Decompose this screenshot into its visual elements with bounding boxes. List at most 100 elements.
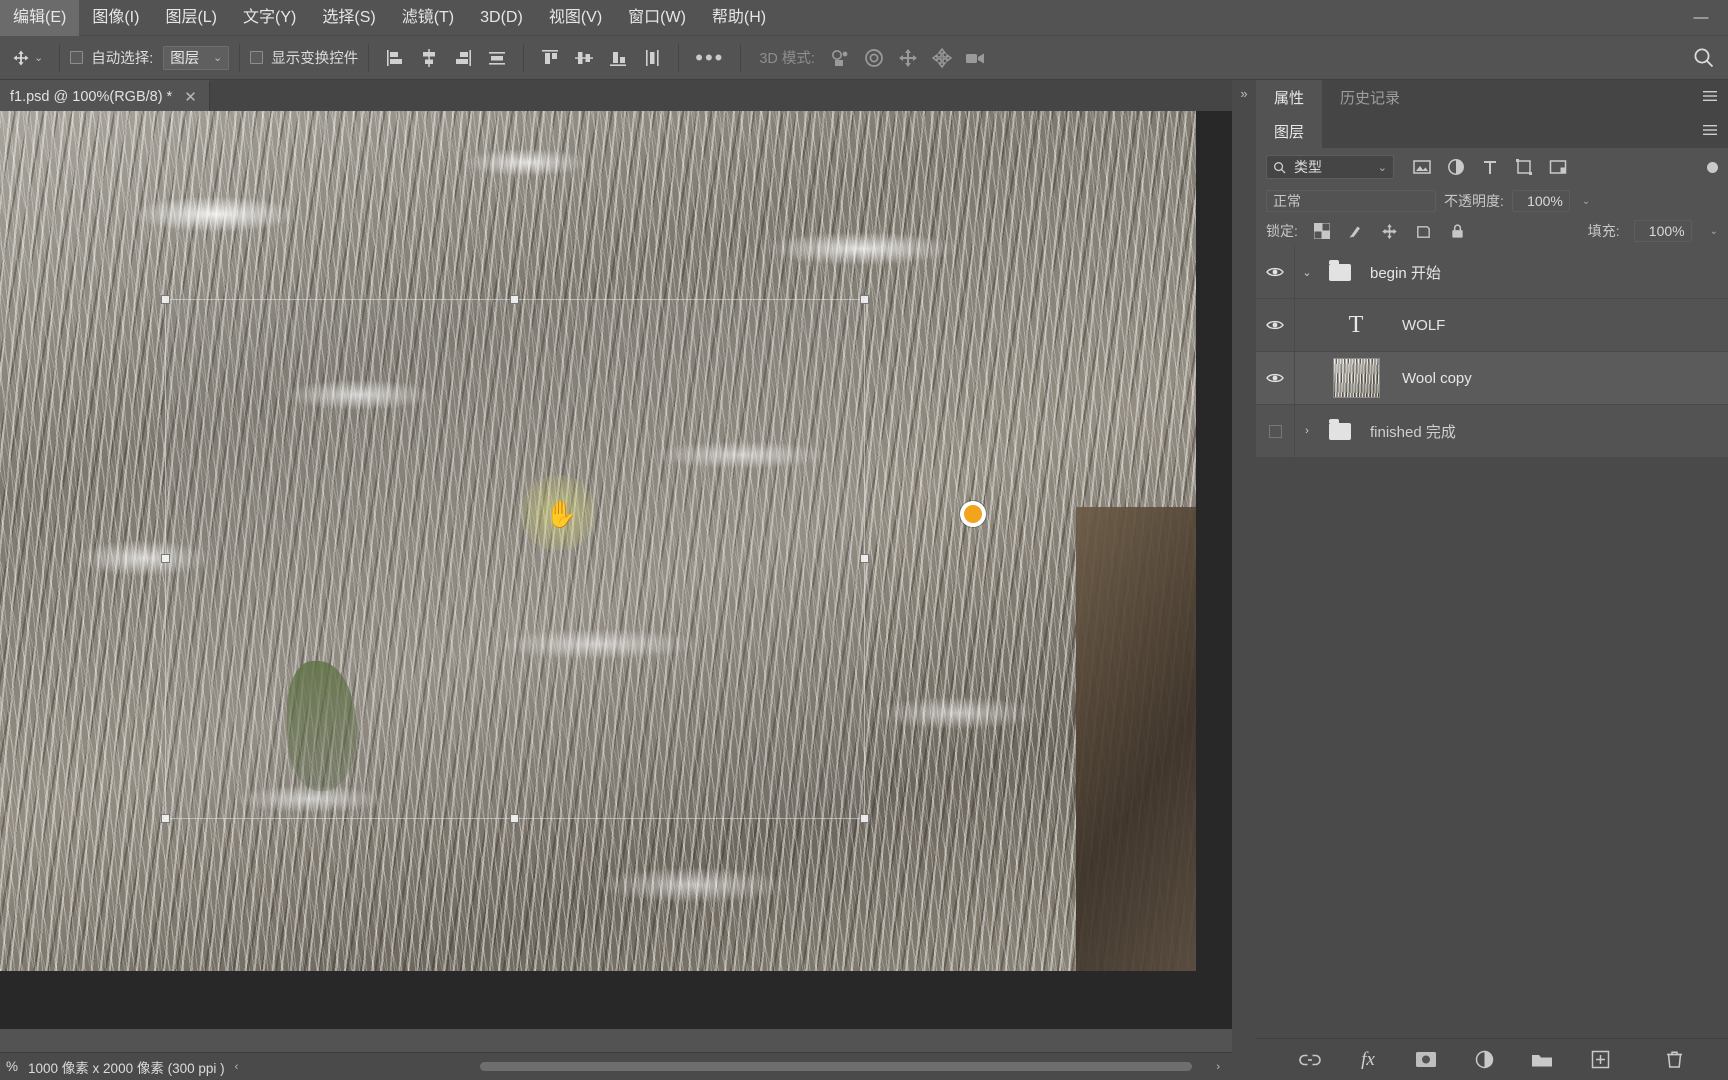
filter-power-toggle[interactable] bbox=[1707, 161, 1718, 173]
lock-artboard-nesting-icon[interactable] bbox=[1414, 221, 1434, 241]
menu-item-help[interactable]: 帮助(H) bbox=[699, 0, 779, 36]
canvas-horizontal-scrollbar[interactable] bbox=[480, 1062, 1192, 1071]
align-right-edges-icon[interactable] bbox=[447, 43, 479, 73]
add-layer-mask-icon[interactable] bbox=[1414, 1048, 1438, 1072]
menu-item-edit[interactable]: 编辑(E) bbox=[0, 0, 80, 36]
close-icon[interactable]: ✕ bbox=[184, 88, 197, 106]
blend-mode-dropdown[interactable]: 正常 bbox=[1266, 190, 1436, 212]
fill-input[interactable]: 100% bbox=[1633, 220, 1692, 242]
align-horizontal-group bbox=[379, 43, 513, 73]
dock-collapse-button[interactable]: » bbox=[1232, 80, 1256, 1080]
align-horizontal-centers-icon[interactable] bbox=[413, 43, 445, 73]
table-row[interactable]: › finished 完成 bbox=[1256, 405, 1728, 458]
transform-handle-middle-right[interactable] bbox=[860, 554, 869, 563]
layer-visibility-toggle[interactable] bbox=[1256, 424, 1294, 438]
menu-item-layer[interactable]: 图层(L) bbox=[152, 0, 230, 36]
menu-item-filter[interactable]: 滤镜(T) bbox=[389, 0, 467, 36]
menu-item-3d[interactable]: 3D(D) bbox=[467, 0, 536, 36]
new-adjustment-layer-icon[interactable] bbox=[1472, 1048, 1496, 1072]
layer-name[interactable]: begin 开始 bbox=[1360, 262, 1441, 283]
transform-handle-top-right[interactable] bbox=[860, 295, 869, 304]
panel-menu-icon[interactable] bbox=[1702, 90, 1718, 102]
orbit-3d-icon[interactable] bbox=[823, 43, 857, 73]
layer-style-fx-icon[interactable]: fx bbox=[1356, 1048, 1380, 1072]
align-top-edges-icon[interactable] bbox=[534, 43, 566, 73]
transform-bounding-box[interactable] bbox=[161, 295, 869, 823]
filter-pixel-icon[interactable] bbox=[1412, 157, 1432, 177]
table-row[interactable]: T WOLF bbox=[1256, 299, 1728, 352]
scroll-right-arrow-icon[interactable]: › bbox=[1216, 1061, 1220, 1073]
layers-horizontal-scrollbar[interactable] bbox=[1256, 1026, 1728, 1038]
transform-handle-bottom-right[interactable] bbox=[860, 814, 869, 823]
align-vertical-centers-icon[interactable] bbox=[568, 43, 600, 73]
window-minimize-button[interactable]: — bbox=[1684, 3, 1718, 33]
transform-handle-bottom-center[interactable] bbox=[510, 814, 519, 823]
lock-image-pixels-icon[interactable] bbox=[1346, 221, 1366, 241]
layer-visibility-toggle[interactable] bbox=[1256, 372, 1294, 384]
layers-panel-menu-icon[interactable] bbox=[1702, 124, 1718, 136]
document-tab-title: f1.psd @ 100%(RGB/8) * bbox=[10, 88, 173, 105]
transform-handle-top-left[interactable] bbox=[161, 295, 170, 304]
layer-name[interactable]: finished 完成 bbox=[1360, 421, 1456, 442]
group-disclosure-chevron-down-icon[interactable]: ⌄ bbox=[1294, 266, 1320, 279]
mode-3d-label: 3D 模式: bbox=[759, 51, 815, 67]
layer-visibility-toggle[interactable] bbox=[1256, 319, 1294, 331]
align-bottom-edges-icon[interactable] bbox=[602, 43, 634, 73]
tab-properties[interactable]: 属性 bbox=[1256, 80, 1323, 114]
photoshop-window: 编辑(E) 图像(I) 图层(L) 文字(Y) 选择(S) 滤镜(T) 3D(D… bbox=[0, 0, 1728, 1080]
filter-smart-object-icon[interactable] bbox=[1548, 157, 1568, 177]
more-align-options-button[interactable]: ••• bbox=[689, 46, 730, 69]
slide-3d-icon[interactable] bbox=[925, 43, 959, 73]
roll-3d-icon[interactable] bbox=[857, 43, 891, 73]
lock-transparent-pixels-icon[interactable] bbox=[1312, 221, 1332, 241]
opacity-input[interactable]: 100% bbox=[1511, 190, 1570, 212]
delete-layer-icon[interactable] bbox=[1662, 1048, 1686, 1072]
active-tool-selector[interactable]: ⌄ bbox=[4, 47, 49, 69]
menu-item-type[interactable]: 文字(Y) bbox=[230, 0, 309, 36]
filter-shape-icon[interactable] bbox=[1514, 157, 1534, 177]
auto-select-checkbox[interactable] bbox=[70, 51, 84, 64]
layer-name[interactable]: Wool copy bbox=[1392, 370, 1472, 387]
lock-all-icon[interactable] bbox=[1448, 221, 1468, 241]
distribute-horizontal-icon[interactable] bbox=[481, 43, 513, 73]
table-row[interactable]: ⌄ begin 开始 bbox=[1256, 246, 1728, 299]
table-row[interactable]: Wool copy bbox=[1256, 352, 1728, 405]
menu-item-image[interactable]: 图像(I) bbox=[79, 0, 152, 36]
auto-select-checkbox-group[interactable]: 自动选择: bbox=[70, 47, 153, 68]
transform-handle-top-center[interactable] bbox=[510, 295, 519, 304]
fill-chevron-down-icon[interactable]: ⌄ bbox=[1706, 226, 1718, 237]
layer-name[interactable]: WOLF bbox=[1392, 317, 1445, 334]
distribute-vertical-icon[interactable] bbox=[636, 43, 668, 73]
link-layers-icon[interactable] bbox=[1298, 1048, 1322, 1072]
tab-history[interactable]: 历史记录 bbox=[1322, 80, 1418, 114]
document-tab[interactable]: f1.psd @ 100%(RGB/8) * ✕ bbox=[0, 80, 210, 111]
lock-position-icon[interactable] bbox=[1380, 221, 1400, 241]
new-group-icon[interactable] bbox=[1530, 1048, 1554, 1072]
filter-type-icon[interactable] bbox=[1480, 157, 1500, 177]
tab-layers[interactable]: 图层 bbox=[1256, 114, 1323, 148]
filter-adjustment-icon[interactable] bbox=[1446, 157, 1466, 177]
pan-3d-icon[interactable] bbox=[891, 43, 925, 73]
menu-item-select[interactable]: 选择(S) bbox=[309, 0, 388, 36]
layer-thumbnail[interactable] bbox=[1320, 358, 1392, 398]
new-layer-icon[interactable] bbox=[1588, 1048, 1612, 1072]
tool-preset-chevron-down-icon[interactable]: ⌄ bbox=[34, 51, 43, 64]
image-canvas-wool-texture[interactable]: ✋ bbox=[0, 111, 1196, 971]
menu-item-view[interactable]: 视图(V) bbox=[536, 0, 615, 36]
canvas-area[interactable]: ✋ bbox=[0, 111, 1232, 1029]
show-transform-controls-checkbox[interactable] bbox=[250, 51, 264, 64]
search-icon[interactable] bbox=[1680, 38, 1728, 78]
transform-handle-bottom-left[interactable] bbox=[161, 814, 170, 823]
show-transform-controls-group[interactable]: 显示变换控件 bbox=[250, 47, 358, 68]
layer-visibility-toggle[interactable] bbox=[1256, 266, 1294, 278]
opacity-chevron-down-icon[interactable]: ⌄ bbox=[1578, 196, 1590, 207]
group-disclosure-chevron-right-icon[interactable]: › bbox=[1294, 425, 1320, 437]
layer-filter-type-dropdown[interactable]: 类型 ⌄ bbox=[1266, 155, 1394, 179]
align-left-edges-icon[interactable] bbox=[379, 43, 411, 73]
transform-handle-middle-left[interactable] bbox=[161, 554, 170, 563]
status-expand-chevron-icon[interactable]: ‹ bbox=[225, 1061, 239, 1073]
layer-list: ⌄ begin 开始 T WOLF Wool copy › finished 完… bbox=[1256, 246, 1728, 458]
auto-select-scope-dropdown[interactable]: 图层 ⌄ bbox=[163, 45, 230, 70]
menu-item-window[interactable]: 窗口(W) bbox=[615, 0, 699, 36]
zoom-3d-camera-icon[interactable] bbox=[959, 43, 993, 73]
